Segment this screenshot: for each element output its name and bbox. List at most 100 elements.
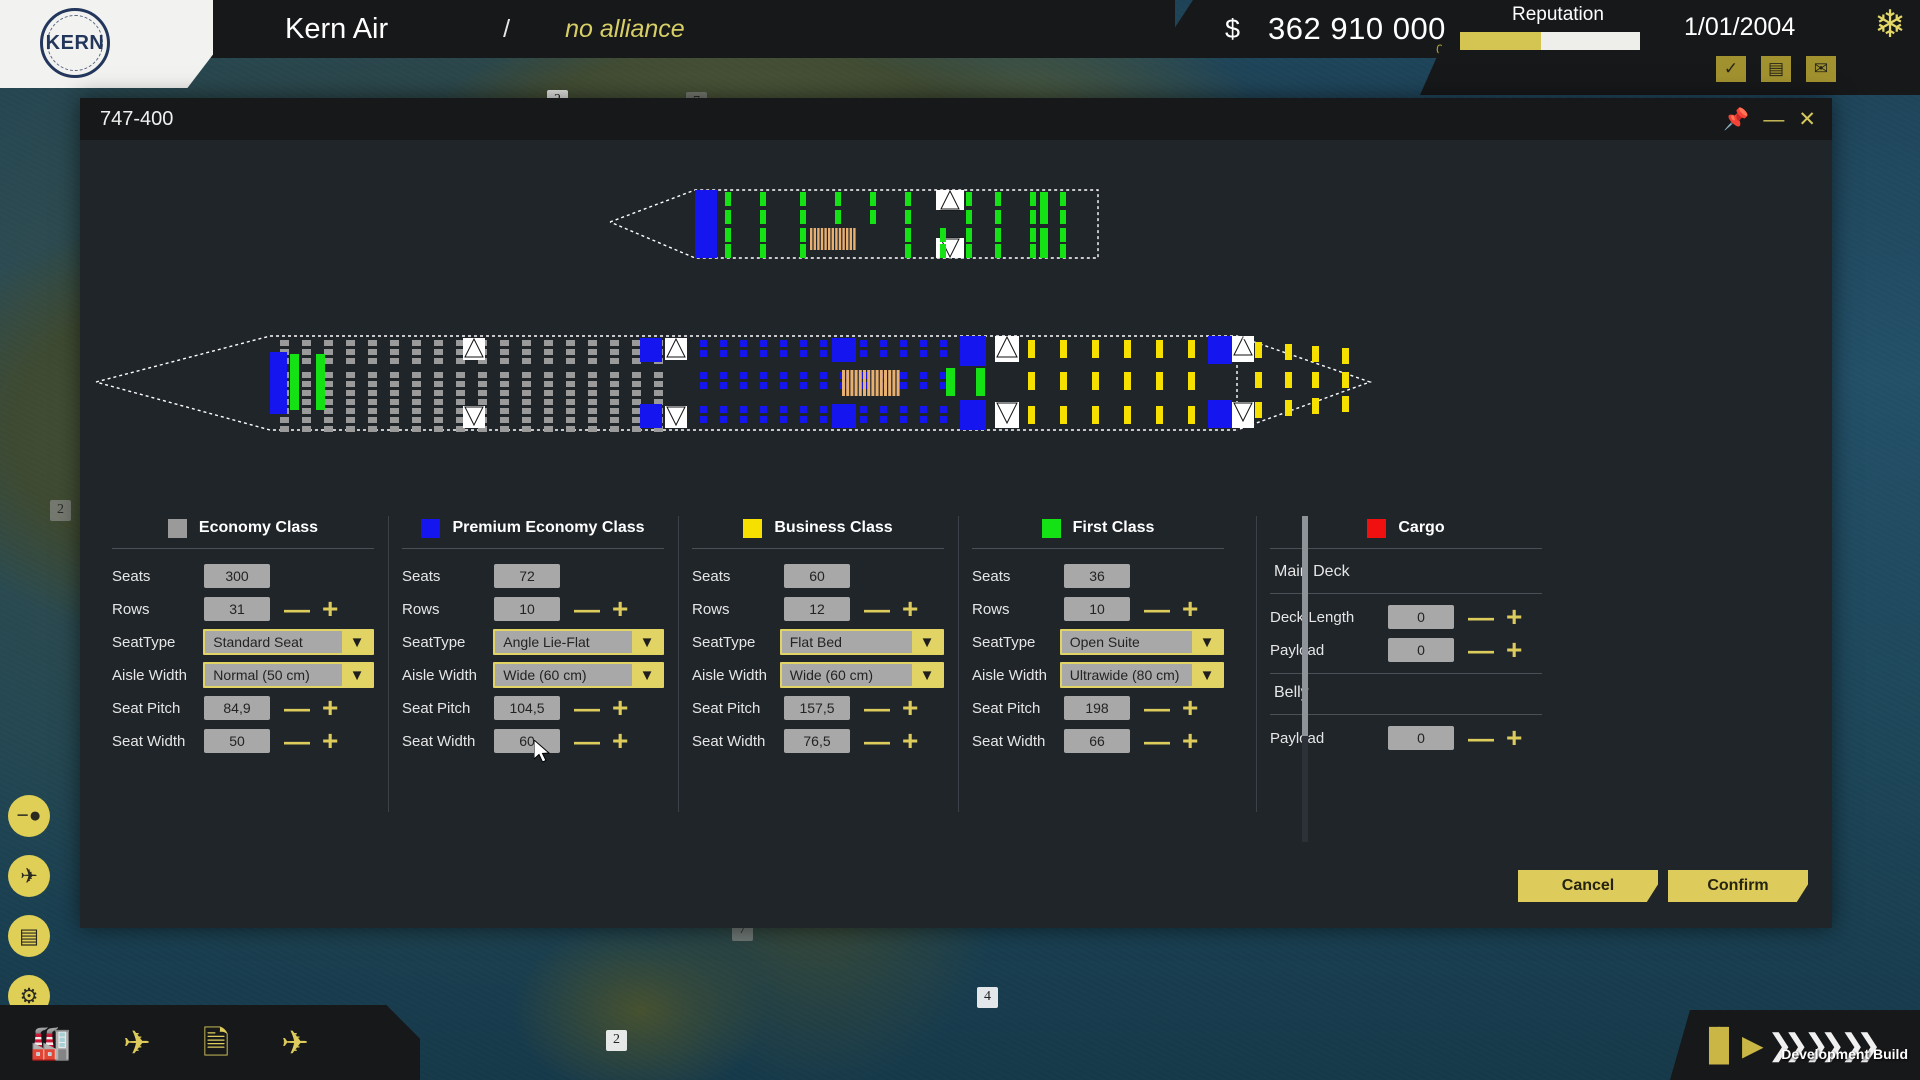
premium-economy-rows-row: Rows 10 — + (402, 594, 664, 624)
seat-block (840, 340, 847, 347)
hangar-icon[interactable]: 🏭 (30, 1026, 71, 1059)
economy-seatwidth-increment[interactable]: + (322, 727, 338, 755)
panel-scrollbar-track[interactable] (1302, 516, 1308, 842)
business-aislewidth-dropdown[interactable]: Wide (60 cm) ▼ (780, 662, 944, 688)
chevron-down-icon[interactable]: ▼ (1192, 634, 1222, 651)
first-rows-value[interactable]: 10 (1064, 597, 1130, 621)
business-seats-value[interactable]: 60 (784, 564, 850, 588)
premium-economy-seatpitch-value[interactable]: 104,5 (494, 696, 560, 720)
cargo-deck-length-increment[interactable]: + (1506, 603, 1522, 631)
first-seattype-dropdown[interactable]: Open Suite ▼ (1060, 629, 1224, 655)
map-marker[interactable]: 2 (50, 500, 71, 521)
economy-rows-value[interactable]: 31 (204, 597, 270, 621)
business-seatwidth-value[interactable]: 76,5 (784, 729, 850, 753)
cargo-belly-payload-value[interactable]: 0 (1388, 726, 1454, 750)
premium-economy-seatwidth-increment[interactable]: + (612, 727, 628, 755)
seat-block (940, 382, 947, 389)
cargo-deck-length-value[interactable]: 0 (1388, 605, 1454, 629)
premium-economy-rows-value[interactable]: 10 (494, 597, 560, 621)
business-seatwidth-increment[interactable]: + (902, 727, 918, 755)
fleet-icon[interactable]: ✈ (281, 1026, 309, 1059)
seat-block (800, 210, 806, 224)
chevron-down-icon[interactable]: ▼ (632, 667, 662, 684)
premium-economy-rows-decrement[interactable]: — (574, 596, 600, 622)
seat-map-area[interactable] (80, 140, 1832, 540)
economy-rows-increment[interactable]: + (322, 595, 338, 623)
cargo-belly-payload-increment[interactable]: + (1506, 724, 1522, 752)
chevron-down-icon[interactable]: ▼ (342, 634, 372, 651)
premium-economy-seatwidth-decrement[interactable]: — (574, 728, 600, 754)
premium-economy-seattype-dropdown[interactable]: Angle Lie-Flat ▼ (493, 629, 664, 655)
documents-icon[interactable]: 🗎 (203, 1026, 230, 1059)
economy-seatpitch-increment[interactable]: + (322, 694, 338, 722)
first-seatwidth-decrement[interactable]: — (1144, 728, 1170, 754)
first-rows-decrement[interactable]: — (1144, 596, 1170, 622)
alliance-name[interactable]: no alliance (565, 15, 685, 44)
dialog-title-bar[interactable]: 747-400 📌 — ✕ (80, 98, 1832, 140)
cargo-main-payload-increment[interactable]: + (1506, 636, 1522, 664)
first-seatpitch-increment[interactable]: + (1182, 694, 1198, 722)
premium-economy-seatpitch-decrement[interactable]: — (574, 695, 600, 721)
seat-block (324, 399, 333, 405)
cancel-button[interactable]: Cancel (1518, 870, 1658, 902)
economy-seatwidth-decrement[interactable]: — (284, 728, 310, 754)
first-rows-increment[interactable]: + (1182, 595, 1198, 623)
business-seatpitch-value[interactable]: 157,5 (784, 696, 850, 720)
minimize-icon[interactable]: — (1763, 109, 1784, 130)
seat-block (966, 244, 972, 258)
news-icon[interactable]: ▤ (1761, 56, 1791, 82)
cargo-belly-payload-decrement[interactable]: — (1468, 725, 1494, 751)
map-marker[interactable]: 2 (606, 1030, 627, 1051)
book-icon[interactable]: ▤ (8, 915, 50, 957)
map-marker[interactable]: 4 (977, 987, 998, 1008)
check-icon[interactable]: ✓ (1716, 56, 1746, 82)
business-seattype-dropdown[interactable]: Flat Bed ▼ (780, 629, 944, 655)
seat-block (800, 192, 806, 206)
economy-rows-decrement[interactable]: — (284, 596, 310, 622)
economy-seatpitch-value[interactable]: 84,9 (204, 696, 270, 720)
first-aislewidth-dropdown[interactable]: Ultrawide (80 cm) ▼ (1060, 662, 1224, 688)
first-seatpitch-decrement[interactable]: — (1144, 695, 1170, 721)
premium-economy-rows-increment[interactable]: + (612, 595, 628, 623)
premium-economy-seats-value[interactable]: 72 (494, 564, 560, 588)
chevron-down-icon[interactable]: ▼ (342, 667, 372, 684)
mail-icon[interactable]: ✉ (1806, 56, 1836, 82)
chevron-down-icon[interactable]: ▼ (1192, 667, 1222, 684)
first-seats-value[interactable]: 36 (1064, 564, 1130, 588)
economy-seatwidth-value[interactable]: 50 (204, 729, 270, 753)
chevron-down-icon[interactable]: ▼ (912, 667, 942, 684)
share-icon[interactable]: −● (8, 795, 50, 837)
business-seatpitch-decrement[interactable]: — (864, 695, 890, 721)
cargo-deck-length-decrement[interactable]: — (1468, 604, 1494, 630)
premium-economy-seatpitch-increment[interactable]: + (612, 694, 628, 722)
business-rows-decrement[interactable]: — (864, 596, 890, 622)
chevron-down-icon[interactable]: ▼ (912, 634, 942, 651)
seat-block (976, 368, 985, 396)
aircraft-finance-icon[interactable]: ✈ (123, 1026, 151, 1059)
panel-scrollbar-thumb[interactable] (1302, 516, 1308, 736)
close-icon[interactable]: ✕ (1798, 109, 1816, 130)
economy-seattype-dropdown[interactable]: Standard Seat ▼ (203, 629, 374, 655)
economy-seatpitch-decrement[interactable]: — (284, 695, 310, 721)
airline-logo-tab[interactable]: KERN (0, 0, 213, 88)
pause-icon[interactable]: ▐▌ (1698, 1027, 1738, 1063)
first-seatwidth-value[interactable]: 66 (1064, 729, 1130, 753)
cargo-main-payload-decrement[interactable]: — (1468, 637, 1494, 663)
business-seatpitch-increment[interactable]: + (902, 694, 918, 722)
confirm-button[interactable]: Confirm (1668, 870, 1808, 902)
business-seatwidth-decrement[interactable]: — (864, 728, 890, 754)
economy-aislewidth-dropdown[interactable]: Normal (50 cm) ▼ (203, 662, 374, 688)
pin-icon[interactable]: 📌 (1723, 109, 1749, 130)
premium-economy-aislewidth-dropdown[interactable]: Wide (60 cm) ▼ (493, 662, 664, 688)
play-icon[interactable]: ▶ (1742, 1029, 1764, 1062)
first-seatwidth-increment[interactable]: + (1182, 727, 1198, 755)
seat-block (412, 358, 421, 364)
business-rows-value[interactable]: 12 (784, 597, 850, 621)
aircraft-icon[interactable]: ✈ (8, 855, 50, 897)
business-rows-increment[interactable]: + (902, 595, 918, 623)
economy-seats-value[interactable]: 300 (204, 564, 270, 588)
chevron-down-icon[interactable]: ▼ (632, 634, 662, 651)
first-seatpitch-value[interactable]: 198 (1064, 696, 1130, 720)
cargo-main-payload-value[interactable]: 0 (1388, 638, 1454, 662)
reputation-track (1460, 32, 1640, 50)
